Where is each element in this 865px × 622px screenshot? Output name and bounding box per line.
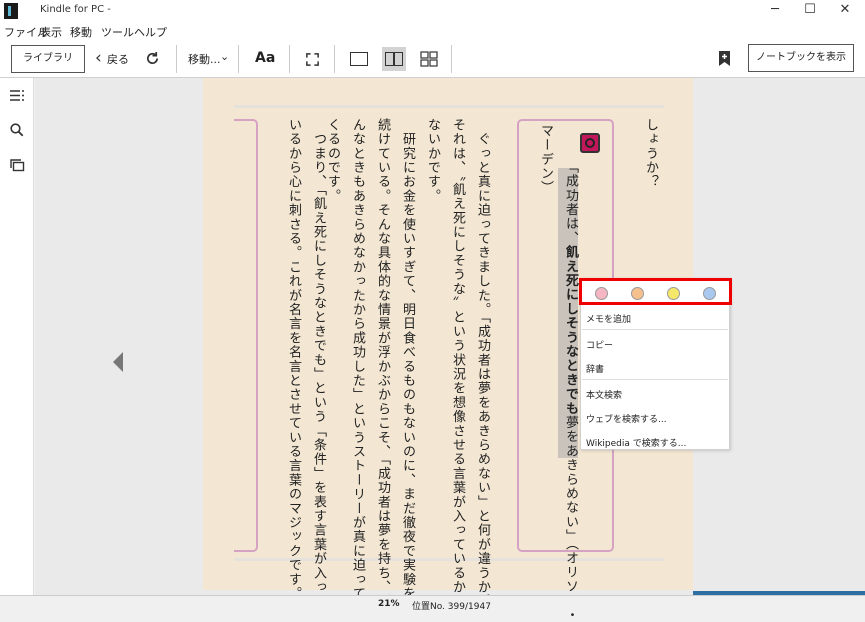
table-of-contents-icon[interactable]: [9, 89, 25, 102]
highlight-yellow-swatch[interactable]: [667, 287, 680, 300]
maximize-button[interactable]: ☐: [800, 1, 820, 19]
window-title: Kindle for PC -: [40, 4, 111, 15]
page-top-rule: [234, 105, 664, 108]
fullscreen-icon[interactable]: [305, 52, 320, 67]
back-button[interactable]: 戻る: [107, 51, 129, 67]
text-column: ないかです。: [425, 118, 440, 204]
font-settings-button[interactable]: Aa: [255, 50, 275, 66]
status-bar: 21% 位置No. 399/1947: [0, 595, 865, 613]
text-column: いるから心に刺さる。これが名言を名言とさせている言葉のマジックです。: [286, 118, 301, 601]
highlight-color-row: [579, 278, 732, 305]
title-bar: Kindle for PC - ─ ☐ ✕: [0, 0, 865, 22]
close-button[interactable]: ✕: [835, 1, 855, 19]
note-marker-icon[interactable]: [580, 133, 600, 153]
text-column: ぐっと真に迫ってきました。「成功者は夢をあきらめない」と何が違うか。: [475, 118, 490, 609]
menu-view[interactable]: 表示: [40, 24, 62, 40]
menu-bar: ファイル 表示 移動 ツール ヘルプ: [0, 22, 865, 40]
sync-icon[interactable]: [145, 51, 160, 66]
search-web-menu-item[interactable]: ウェブを検索する...: [586, 412, 667, 425]
quote-open-text: 「成功者は、: [563, 160, 578, 246]
goto-button[interactable]: 移動...: [188, 51, 221, 67]
highlight-blue-swatch[interactable]: [703, 287, 716, 300]
search-icon[interactable]: [10, 123, 24, 137]
text-column: 続けている。そんな具体的な情景が浮かぶからこそ、「成功者は夢を持ち、ど: [375, 118, 390, 609]
toolbar: ライブラリ ‹ 戻る 移動... ⌄ Aa ノートブックを表示: [0, 40, 865, 78]
menu-help[interactable]: ヘルプ: [134, 24, 167, 40]
quote-bold-text: 飢え死にしそうなときでも: [563, 245, 578, 416]
text-column: それは、〝飢え死にしそうな〟という状況を想像させる言葉が入っているかい: [450, 118, 465, 609]
menu-go[interactable]: 移動: [70, 24, 92, 40]
bookmark-add-icon[interactable]: [718, 50, 731, 67]
location-number: 位置No. 399/1947: [412, 602, 491, 612]
body-bracket: [234, 119, 258, 552]
text-column: つまり、「飢え死にしそうなときでも」という「条件」を表す言葉が入って: [311, 118, 326, 609]
chevron-down-icon: ⌄: [220, 50, 230, 63]
toolbar-separator: [334, 45, 335, 73]
two-column-icon-selected[interactable]: [382, 47, 406, 71]
minimize-button[interactable]: ─: [765, 1, 785, 19]
quote-rest-text: 夢をあきらめない」（オリソン・: [563, 415, 578, 622]
toolbar-separator: [176, 45, 177, 73]
flashcards-icon[interactable]: [10, 159, 25, 172]
back-chevron-icon[interactable]: ‹: [95, 48, 102, 68]
page-flip-icon[interactable]: [420, 51, 438, 67]
text-column: しょうか？: [643, 118, 658, 189]
toolbar-separator: [451, 45, 452, 73]
highlight-orange-swatch[interactable]: [631, 287, 644, 300]
quote-author-text: マーデン）: [538, 124, 553, 195]
copy-menu-item[interactable]: コピー: [586, 338, 613, 351]
add-note-menu-item[interactable]: メモを追加: [586, 312, 631, 325]
library-button[interactable]: ライブラリ: [11, 45, 85, 73]
left-rail: [0, 78, 34, 595]
text-column: んなときもあきらめなかったから成功した」というストーリーが真に迫って: [350, 118, 365, 601]
progress-percent: 21%: [378, 599, 400, 609]
show-notebook-button[interactable]: ノートブックを表示: [748, 44, 854, 72]
previous-page-arrow-icon[interactable]: [113, 352, 123, 372]
search-text-menu-item[interactable]: 本文検索: [586, 388, 622, 401]
kindle-logo-icon: [4, 3, 18, 19]
menu-divider: [582, 379, 728, 380]
menu-tools[interactable]: ツール: [101, 24, 134, 40]
single-column-icon[interactable]: [350, 52, 368, 66]
toolbar-separator: [289, 45, 290, 73]
text-column: 研究にお金を使いすぎて、明日食べるものもないのに、まだ徹夜で実験を: [400, 118, 415, 601]
search-wikipedia-menu-item[interactable]: Wikipedia で検索する...: [586, 436, 686, 449]
menu-divider: [582, 329, 728, 330]
toolbar-separator: [238, 45, 239, 73]
highlight-pink-swatch[interactable]: [595, 287, 608, 300]
quote-text: 「成功者は、飢え死にしそうなときでも夢をあきらめない」（オリソン・: [560, 160, 581, 622]
dictionary-menu-item[interactable]: 辞書: [586, 362, 604, 375]
